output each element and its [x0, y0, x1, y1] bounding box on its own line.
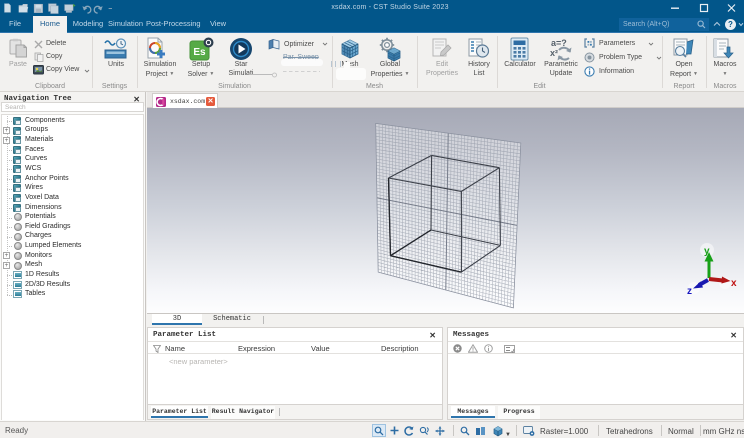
- svg-text:a=?: a=?: [551, 38, 567, 48]
- svg-text:x: x: [731, 278, 737, 289]
- svg-text:Es: Es: [193, 47, 206, 58]
- svg-text:x²: x²: [550, 48, 558, 58]
- svg-text:z: z: [687, 286, 692, 297]
- svg-text:y: y: [704, 246, 710, 257]
